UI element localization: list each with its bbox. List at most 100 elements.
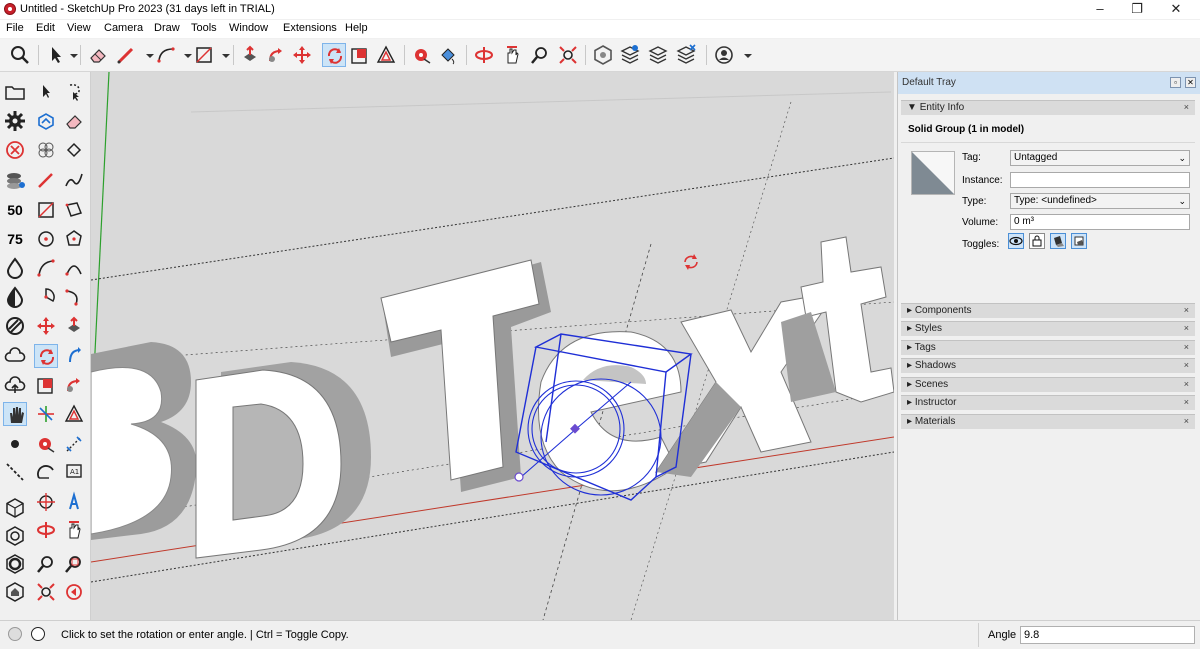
offset-icon[interactable] — [374, 43, 398, 67]
protractor-tool-icon[interactable] — [34, 460, 58, 484]
rotate-tool-icon[interactable] — [34, 344, 58, 368]
polygon-tool-icon[interactable] — [62, 227, 86, 251]
scale-tool-icon[interactable] — [34, 373, 58, 397]
restore-button[interactable]: ❐ — [1117, 0, 1157, 19]
panel-close-icon[interactable]: × — [1184, 379, 1189, 389]
pencil-icon[interactable] — [114, 43, 138, 67]
lock-toggle-icon[interactable] — [1029, 233, 1045, 249]
tag-select[interactable]: Untagged ⌄ — [1010, 150, 1190, 166]
rotate-icon[interactable] — [322, 43, 346, 67]
tray-close-button[interactable]: ✕ — [1185, 77, 1196, 88]
material-swatch[interactable] — [911, 151, 955, 195]
zoom-extents-tool-icon[interactable] — [34, 580, 58, 604]
move-tool-icon[interactable] — [34, 314, 58, 338]
previous-view-icon[interactable] — [62, 580, 86, 604]
panel-close-icon[interactable]: × — [1184, 416, 1189, 426]
menu-help[interactable]: Help — [345, 22, 368, 34]
arc-icon[interactable] — [154, 43, 178, 67]
diagonal-line-icon[interactable] — [3, 460, 27, 484]
paint-bucket-icon[interactable] — [436, 43, 460, 67]
open-folder-icon[interactable] — [3, 80, 27, 104]
eraser-icon[interactable] — [86, 43, 110, 67]
chevron-down-icon[interactable] — [214, 43, 230, 67]
panel-close-icon[interactable]: × — [1184, 397, 1189, 407]
menu-tools[interactable]: Tools — [191, 22, 217, 34]
cloud-icon[interactable] — [3, 344, 27, 368]
three-point-arc-icon[interactable] — [62, 285, 86, 309]
geolocation-icon[interactable] — [8, 627, 22, 641]
drop-half-icon[interactable] — [3, 285, 27, 309]
two-point-arc-icon[interactable] — [62, 256, 86, 280]
section-label-50[interactable]: 50 — [2, 198, 28, 222]
line-tool-icon[interactable] — [34, 168, 58, 192]
zoom-tool-icon[interactable] — [34, 552, 58, 576]
tape-measure-icon[interactable] — [410, 43, 434, 67]
gear-icon[interactable] — [3, 109, 27, 133]
pie-tool-icon[interactable] — [34, 285, 58, 309]
panel-close-icon[interactable]: × — [1184, 360, 1189, 370]
scene-canvas[interactable] — [91, 72, 894, 620]
visibility-toggle-icon[interactable] — [1008, 233, 1024, 249]
panel-instructor-header[interactable]: ▸ Instructor × — [901, 395, 1195, 410]
push-pull-tool-icon[interactable] — [62, 314, 86, 338]
menu-file[interactable]: File — [6, 22, 24, 34]
dot-icon[interactable] — [3, 432, 27, 456]
pan-icon[interactable] — [500, 43, 524, 67]
menu-camera[interactable]: Camera — [104, 22, 143, 34]
panel-close-icon[interactable]: × — [1184, 102, 1189, 112]
chevron-down-icon[interactable] — [62, 43, 78, 67]
3d-text-icon[interactable] — [62, 490, 86, 514]
zoom-icon[interactable] — [528, 43, 552, 67]
drop-outline-icon[interactable] — [3, 256, 27, 280]
search-icon[interactable] — [8, 43, 32, 67]
type-select[interactable]: Type: <undefined> ⌄ — [1010, 193, 1190, 209]
cloud-upload-icon[interactable] — [3, 373, 27, 397]
close-button[interactable]: ✕ — [1156, 0, 1196, 19]
menu-draw[interactable]: Draw — [154, 22, 180, 34]
outer-shell-icon[interactable] — [34, 138, 58, 162]
panel-shadows-header[interactable]: ▸ Shadows × — [901, 358, 1195, 373]
push-pull-icon[interactable] — [238, 43, 262, 67]
freehand-tool-icon[interactable] — [62, 168, 86, 192]
text-label-icon[interactable]: A1 — [62, 460, 86, 484]
cast-shadows-toggle-icon[interactable] — [1050, 233, 1066, 249]
section-label-75[interactable]: 75 — [2, 227, 28, 251]
hand-tool-icon[interactable] — [3, 402, 27, 426]
make-component-icon[interactable] — [34, 109, 58, 133]
tape-measure-tool-icon[interactable] — [34, 432, 58, 456]
rotated-rectangle-icon[interactable] — [62, 198, 86, 222]
chevron-down-icon[interactable] — [138, 43, 154, 67]
chevron-down-icon[interactable] — [736, 43, 752, 67]
extension-warehouse-icon[interactable] — [618, 43, 642, 67]
dimension-tool-icon[interactable] — [62, 432, 86, 456]
panel-close-icon[interactable]: × — [1184, 305, 1189, 315]
info-icon[interactable] — [31, 627, 45, 641]
menu-window[interactable]: Window — [229, 22, 268, 34]
model-viewport[interactable] — [91, 72, 894, 620]
panel-tags-header[interactable]: ▸ Tags × — [901, 340, 1195, 355]
select-tool-icon[interactable] — [34, 80, 58, 104]
axes-tool-icon[interactable] — [34, 402, 58, 426]
eraser-tool-icon[interactable] — [62, 109, 86, 133]
instance-field[interactable] — [1010, 172, 1190, 188]
pan-tool-icon[interactable] — [62, 518, 86, 542]
follow-me-icon[interactable] — [264, 43, 288, 67]
menu-edit[interactable]: Edit — [36, 22, 55, 34]
rectangle-icon[interactable] — [192, 43, 216, 67]
extension-manager-icon[interactable] — [674, 43, 698, 67]
move-icon[interactable] — [290, 43, 314, 67]
zoom-window-icon[interactable] — [62, 552, 86, 576]
circle-tool-icon[interactable] — [34, 227, 58, 251]
follow-me-tool-icon[interactable] — [62, 344, 86, 368]
panel-scenes-header[interactable]: ▸ Scenes × — [901, 377, 1195, 392]
section-plane-tool-icon[interactable] — [34, 490, 58, 514]
hexagon-ring-icon[interactable] — [3, 552, 27, 576]
arc-tool-icon[interactable] — [34, 256, 58, 280]
offset-tool-icon[interactable] — [62, 402, 86, 426]
panel-styles-header[interactable]: ▸ Styles × — [901, 321, 1195, 336]
rectangle-tool-icon[interactable] — [34, 198, 58, 222]
receive-shadows-toggle-icon[interactable] — [1071, 233, 1087, 249]
panel-materials-header[interactable]: ▸ Materials × — [901, 414, 1195, 429]
hatched-circle-icon[interactable] — [3, 314, 27, 338]
paint-bucket-tool-icon[interactable] — [62, 138, 86, 162]
